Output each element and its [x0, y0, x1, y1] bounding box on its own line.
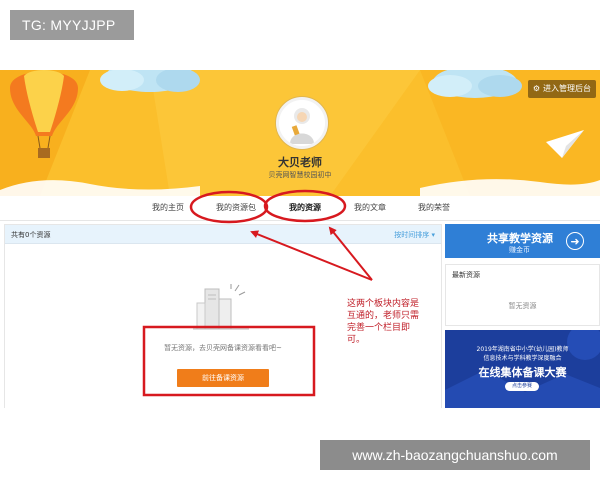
resource-count: 共有0个资源: [11, 231, 51, 239]
avatar-image: [279, 100, 325, 146]
resource-panel-header: 共有0个资源 按时间排序 ▾: [5, 225, 441, 244]
admin-button-label: 进入管理后台: [543, 84, 591, 93]
admin-button[interactable]: ⚙ 进入管理后台: [527, 80, 596, 98]
ad-line-2: 信息技术与学科教学深度融合: [483, 355, 562, 362]
ad-line-1: 2019年湖南省中小学(幼儿园)教师: [476, 346, 569, 353]
annotation-note: 这两个板块内容是互通的，老师只需完善一个栏目即可。: [347, 299, 420, 345]
tab-articles[interactable]: 我的文章: [354, 202, 386, 213]
tab-resources[interactable]: 我的资源: [289, 202, 321, 213]
share-subtitle: 赚金币: [509, 246, 530, 254]
sort-dropdown[interactable]: 按时间排序 ▾: [394, 230, 435, 240]
profile-nav: 我的主页 我的资源包 我的资源 我的文章 我的荣誉: [0, 196, 600, 221]
gear-icon: ⚙: [532, 84, 540, 93]
right-sidebar: 共享教学资源 赚金币 ➜ 最新资源 暂无资源 2019年湖南省中小学(幼儿园)教…: [445, 224, 600, 408]
site-watermark: www.zh-baozangchuanshuo.com: [320, 440, 590, 470]
page-screenshot: ⚙ 进入管理后台 大贝老师 贝壳网智慧校园初中 我的主页 我的资源包 我的资源 我…: [0, 70, 600, 408]
cloud-right-icon: [428, 70, 522, 98]
tab-home[interactable]: 我的主页: [152, 202, 184, 213]
ad-headline: 在线集体备课大赛: [478, 366, 567, 379]
cloud-left-icon: [100, 70, 200, 92]
tab-resource-pack[interactable]: 我的资源包: [216, 202, 256, 213]
empty-state-icon: [193, 284, 249, 330]
header-banner: ⚙ 进入管理后台 大贝老师 贝壳网智慧校园初中: [0, 70, 600, 196]
latest-resources-empty: 暂无资源: [508, 302, 537, 310]
share-title: 共享教学资源: [487, 232, 553, 245]
tab-honors[interactable]: 我的荣誉: [418, 202, 450, 213]
arrow-right-icon[interactable]: ➜: [566, 232, 584, 250]
share-resources-card[interactable]: 共享教学资源 赚金币 ➜: [445, 224, 600, 258]
latest-resources-card: 最新资源 暂无资源: [445, 264, 600, 326]
ad-join-button[interactable]: 点击参赛: [505, 382, 539, 391]
avatar[interactable]: [276, 97, 328, 149]
contest-banner-ad[interactable]: 2019年湖南省中小学(幼儿园)教师 信息技术与学科教学深度融合 在线集体备课大…: [445, 330, 600, 408]
school-name: 贝壳网智慧校园初中: [268, 171, 332, 179]
tg-badge: TG: MYYJJPP: [10, 10, 134, 40]
teacher-name: 大贝老师: [278, 156, 322, 169]
goto-resources-button[interactable]: 前往备课资源: [177, 369, 269, 387]
latest-resources-title: 最新资源: [452, 271, 480, 279]
